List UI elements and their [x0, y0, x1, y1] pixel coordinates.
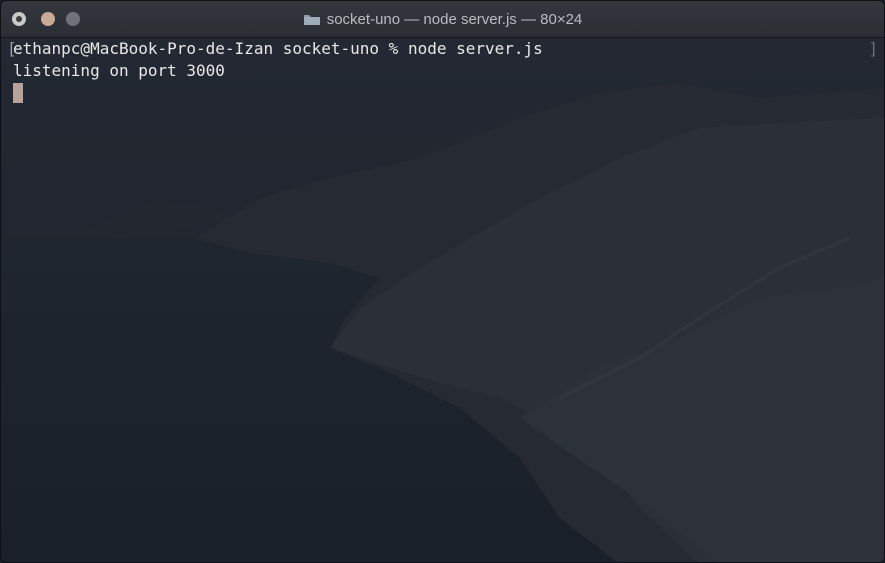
terminal-window: socket-uno — node server.js — 80×24 [] …	[0, 0, 885, 563]
terminal-cursor-line	[13, 82, 864, 104]
title-bar[interactable]: socket-uno — node server.js — 80×24	[1, 1, 884, 38]
window-title-group: socket-uno — node server.js — 80×24	[1, 1, 884, 37]
terminal-area[interactable]: [ ] ethanpc@MacBook-Pro-de-Izan socket-u…	[1, 38, 884, 562]
window-title: socket-uno — node server.js — 80×24	[326, 10, 583, 28]
folder-icon	[303, 13, 321, 26]
terminal-output[interactable]: ethanpc@MacBook-Pro-de-Izan socket-uno %…	[13, 38, 864, 104]
scroll-marker: ]	[868, 39, 878, 58]
terminal-line-output: listening on port 3000	[13, 61, 225, 80]
wallpaper-background	[1, 38, 884, 562]
text-cursor	[13, 83, 23, 103]
terminal-line-prompt: ethanpc@MacBook-Pro-de-Izan socket-uno %…	[13, 39, 543, 58]
